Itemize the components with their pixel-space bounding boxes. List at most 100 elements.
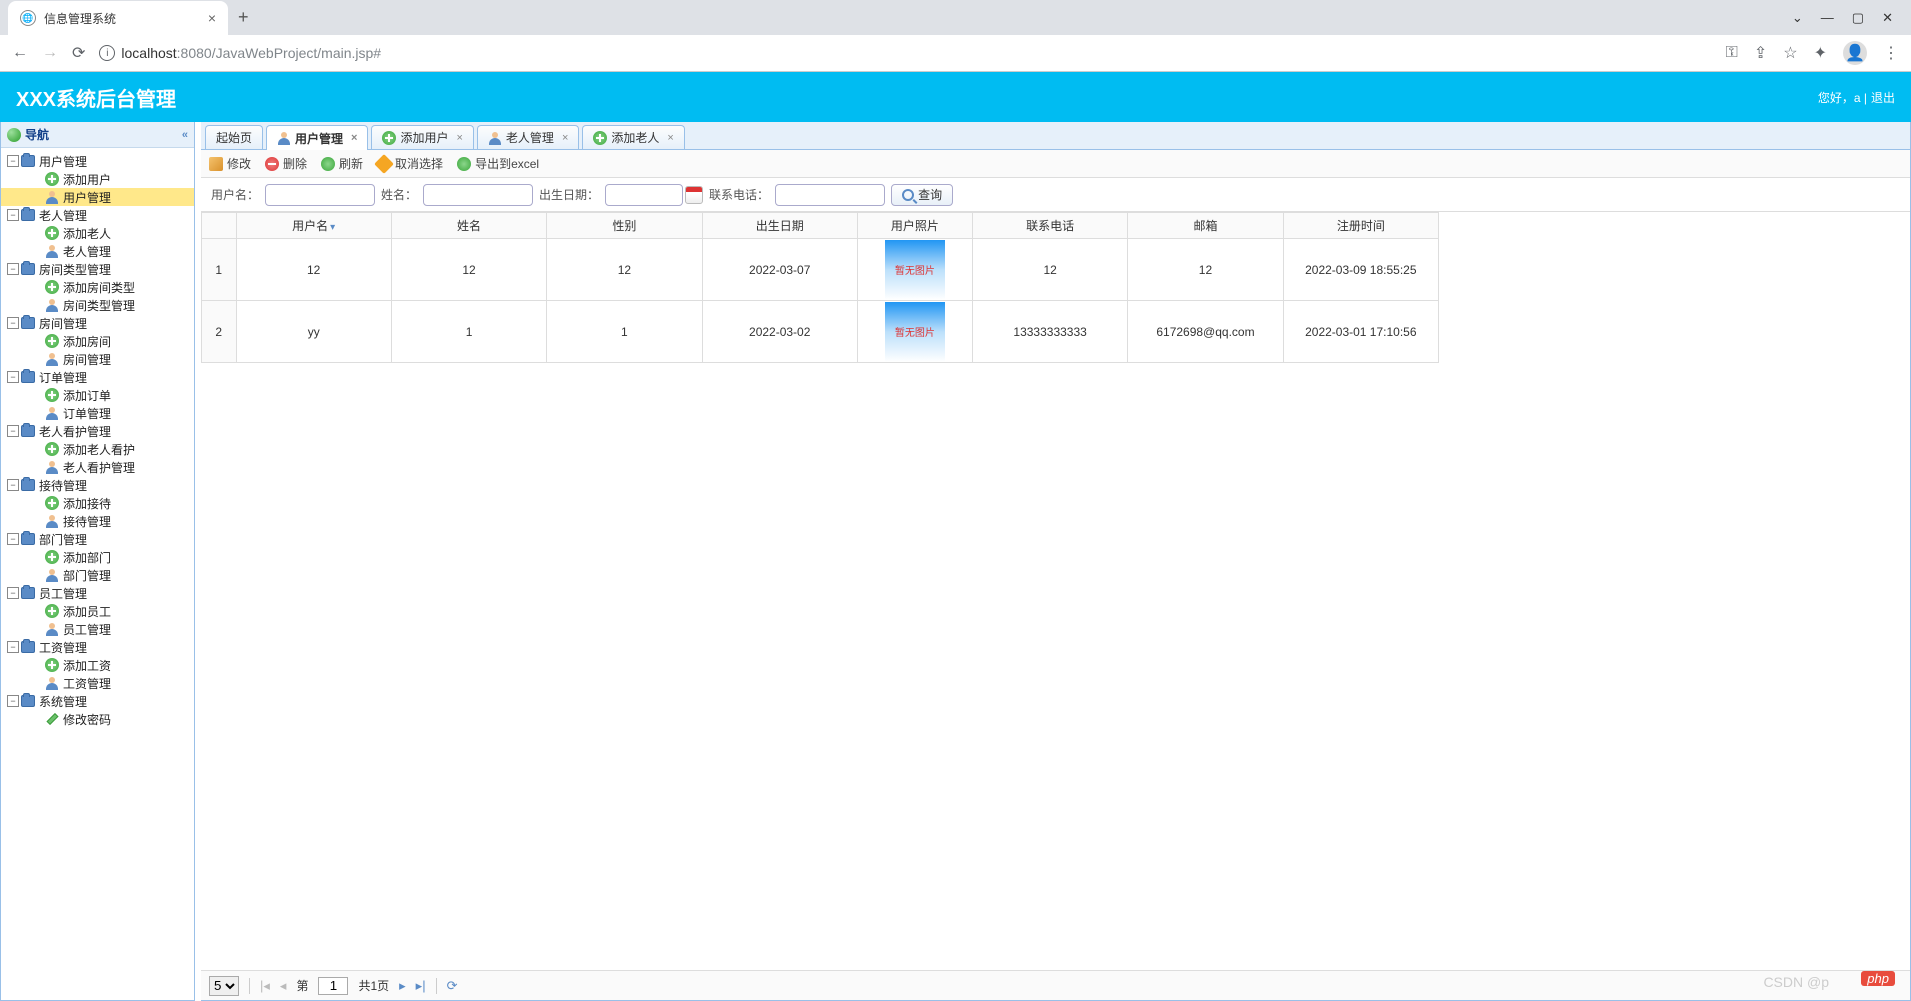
table-row[interactable]: 2yy112022-03-02暂无图片133333333336172698@qq… <box>202 301 1439 363</box>
collapse-icon[interactable]: − <box>7 425 19 437</box>
star-icon[interactable]: ☆ <box>1783 43 1797 63</box>
column-header[interactable]: 用户照片 <box>857 213 972 239</box>
key-icon[interactable]: ⚿ <box>1726 44 1738 62</box>
close-window-icon[interactable]: ✕ <box>1882 10 1893 26</box>
collapse-icon[interactable]: − <box>7 317 19 329</box>
prev-page-button[interactable]: ◂ <box>280 978 287 994</box>
tree-item[interactable]: 订单管理 <box>1 404 194 422</box>
tree-item[interactable]: 老人看护管理 <box>1 458 194 476</box>
delete-button[interactable]: 删除 <box>265 155 307 172</box>
first-page-button[interactable]: |◂ <box>260 978 270 994</box>
column-header[interactable]: 性别 <box>547 213 702 239</box>
tree-item[interactable]: 添加老人看护 <box>1 440 194 458</box>
collapse-icon[interactable]: − <box>7 479 19 491</box>
tree-group[interactable]: −工资管理 <box>1 638 194 656</box>
tree-item[interactable]: 房间类型管理 <box>1 296 194 314</box>
column-header[interactable]: 注册时间 <box>1283 213 1438 239</box>
content-tab[interactable]: 老人管理× <box>477 125 579 149</box>
calendar-icon[interactable] <box>685 186 703 204</box>
cancel-select-button[interactable]: 取消选择 <box>377 155 443 172</box>
tree-group[interactable]: −房间类型管理 <box>1 260 194 278</box>
reload-button[interactable]: ⟳ <box>72 43 85 63</box>
tree-item[interactable]: 添加用户 <box>1 170 194 188</box>
tree-group[interactable]: −房间管理 <box>1 314 194 332</box>
content-tab[interactable]: 添加用户× <box>371 125 473 149</box>
column-header[interactable]: 联系电话 <box>972 213 1127 239</box>
tree-group[interactable]: −接待管理 <box>1 476 194 494</box>
collapse-icon[interactable]: − <box>7 263 19 275</box>
tree-group[interactable]: −系统管理 <box>1 692 194 710</box>
birth-input[interactable] <box>605 184 683 206</box>
content-tab[interactable]: 添加老人× <box>582 125 684 149</box>
close-icon[interactable]: × <box>562 132 568 144</box>
column-header[interactable]: 姓名 <box>391 213 546 239</box>
table-row[interactable]: 11212122022-03-07暂无图片12122022-03-09 18:5… <box>202 239 1439 301</box>
menu-icon[interactable]: ⋮ <box>1883 43 1899 63</box>
tree-item[interactable]: 员工管理 <box>1 620 194 638</box>
info-icon[interactable]: i <box>99 45 115 61</box>
browser-tab[interactable]: 🌐 信息管理系统 × <box>8 1 228 35</box>
content-tab[interactable]: 起始页 <box>205 125 263 149</box>
content-tab[interactable]: 用户管理× <box>266 125 368 150</box>
collapse-icon[interactable]: − <box>7 695 19 707</box>
close-icon[interactable]: × <box>667 132 673 144</box>
tree-item[interactable]: 房间管理 <box>1 350 194 368</box>
column-header[interactable]: 邮箱 <box>1128 213 1283 239</box>
tree-item[interactable]: 添加房间类型 <box>1 278 194 296</box>
new-tab-button[interactable]: + <box>238 7 249 28</box>
close-icon[interactable]: × <box>208 10 216 26</box>
tree-group[interactable]: −用户管理 <box>1 152 194 170</box>
collapse-icon[interactable]: − <box>7 155 19 167</box>
tree-item[interactable]: 接待管理 <box>1 512 194 530</box>
page-input[interactable] <box>318 977 348 995</box>
tree-item[interactable]: 添加订单 <box>1 386 194 404</box>
minimize-icon[interactable]: — <box>1821 10 1834 26</box>
url-field[interactable]: i localhost:8080/JavaWebProject/main.jsp… <box>99 45 1711 61</box>
collapse-icon[interactable]: − <box>7 533 19 545</box>
column-header[interactable]: 出生日期 <box>702 213 857 239</box>
tree-item[interactable]: 添加接待 <box>1 494 194 512</box>
last-page-button[interactable]: ▸| <box>416 978 426 994</box>
close-icon[interactable]: × <box>456 132 462 144</box>
next-page-button[interactable]: ▸ <box>399 978 406 994</box>
search-button[interactable]: 查询 <box>891 184 953 206</box>
tree-item[interactable]: 老人管理 <box>1 242 194 260</box>
tree-item[interactable]: 添加员工 <box>1 602 194 620</box>
collapse-icon[interactable]: « <box>182 129 188 141</box>
tree-item[interactable]: 工资管理 <box>1 674 194 692</box>
phone-input[interactable] <box>775 184 885 206</box>
reload-grid-button[interactable]: ⟳ <box>447 978 458 994</box>
tree-group[interactable]: −老人管理 <box>1 206 194 224</box>
tree-item[interactable]: 添加部门 <box>1 548 194 566</box>
tree-group[interactable]: −订单管理 <box>1 368 194 386</box>
tree-item[interactable]: 添加工资 <box>1 656 194 674</box>
collapse-icon[interactable]: − <box>7 641 19 653</box>
page-size-select[interactable]: 5 <box>209 976 239 996</box>
name-input[interactable] <box>423 184 533 206</box>
collapse-icon[interactable]: − <box>7 587 19 599</box>
tree-group[interactable]: −员工管理 <box>1 584 194 602</box>
maximize-icon[interactable]: ▢ <box>1852 10 1864 26</box>
forward-button[interactable]: → <box>42 44 58 62</box>
back-button[interactable]: ← <box>12 44 28 62</box>
collapse-icon[interactable]: − <box>7 209 19 221</box>
logout-link[interactable]: 退出 <box>1871 89 1895 106</box>
share-icon[interactable]: ⇪ <box>1754 43 1767 63</box>
column-header[interactable]: 用户名▾ <box>236 213 391 239</box>
tree-item[interactable]: 用户管理 <box>1 188 194 206</box>
collapse-icon[interactable]: − <box>7 371 19 383</box>
tree-item[interactable]: 添加老人 <box>1 224 194 242</box>
tree-item[interactable]: 部门管理 <box>1 566 194 584</box>
username-input[interactable] <box>265 184 375 206</box>
close-icon[interactable]: × <box>351 132 357 144</box>
tree-item[interactable]: 修改密码 <box>1 710 194 728</box>
tree-group[interactable]: −老人看护管理 <box>1 422 194 440</box>
tree-item[interactable]: 添加房间 <box>1 332 194 350</box>
export-button[interactable]: 导出到excel <box>457 155 539 172</box>
dropdown-icon[interactable]: ⌄ <box>1792 10 1803 26</box>
avatar-icon[interactable]: 👤 <box>1843 41 1867 65</box>
puzzle-icon[interactable]: ✦ <box>1814 43 1827 63</box>
edit-button[interactable]: 修改 <box>209 155 251 172</box>
refresh-button[interactable]: 刷新 <box>321 155 363 172</box>
tree-group[interactable]: −部门管理 <box>1 530 194 548</box>
